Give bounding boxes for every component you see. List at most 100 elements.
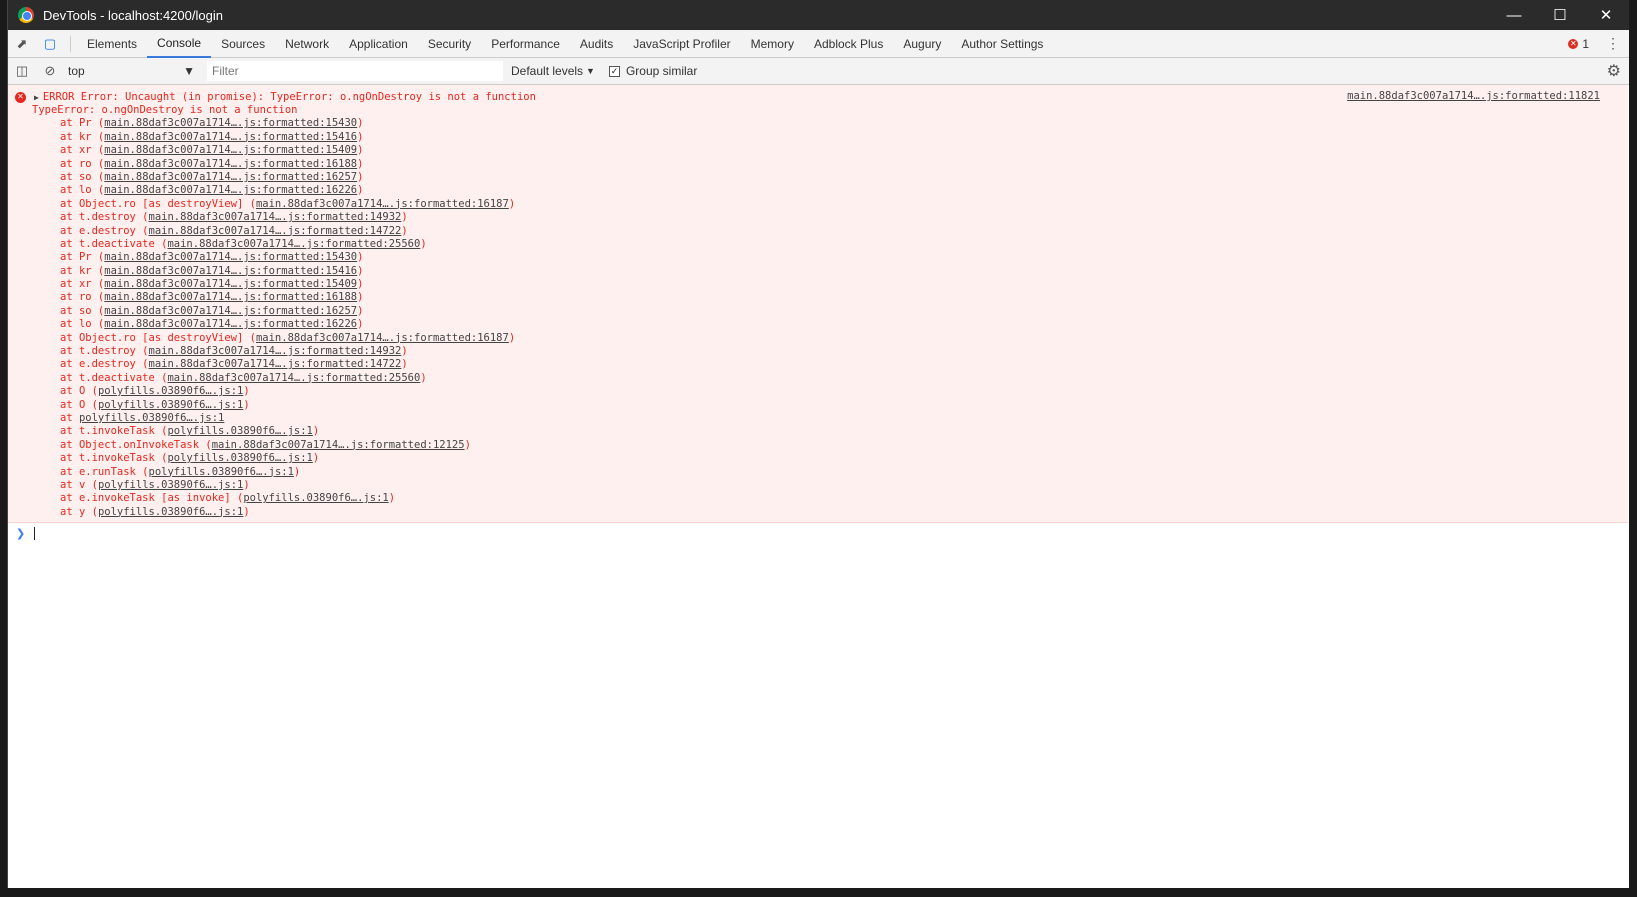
- stack-frame-link[interactable]: main.88daf3c007a1714….js:formatted:16257: [104, 305, 357, 317]
- stack-frame-link[interactable]: polyfills.03890f6….js:1: [79, 412, 224, 424]
- stack-frame-text: at Object.ro [as destroyView] (: [60, 331, 256, 344]
- stack-frame-text: at xr (: [60, 278, 105, 291]
- stack-frame-link[interactable]: polyfills.03890f6….js:1: [98, 479, 243, 491]
- tab-author-settings[interactable]: Author Settings: [951, 30, 1053, 58]
- error-first-line: TypeError: o.ngOnDestroy is not a functi…: [32, 104, 298, 116]
- stack-frame: at xr (main.88daf3c007a1714….js:formatte…: [8, 278, 1628, 291]
- stack-frame-end: ): [243, 398, 250, 411]
- stack-frame-link[interactable]: polyfills.03890f6….js:1: [167, 425, 312, 437]
- tab-memory[interactable]: Memory: [741, 30, 804, 58]
- stack-frame-text: at t.invokeTask (: [60, 452, 168, 465]
- stack-frame-link[interactable]: main.88daf3c007a1714….js:formatted:25560: [167, 238, 420, 250]
- chrome-icon: [18, 7, 34, 23]
- stack-frame-end: ): [420, 237, 427, 250]
- stack-frame-link[interactable]: main.88daf3c007a1714….js:formatted:16226: [104, 318, 357, 330]
- error-count: 1: [1582, 36, 1589, 51]
- log-levels-dropdown[interactable]: Default levels ▼: [511, 64, 595, 78]
- tab-sources[interactable]: Sources: [211, 30, 275, 58]
- close-icon[interactable]: ✕: [1583, 0, 1629, 30]
- tab-javascript-profiler[interactable]: JavaScript Profiler: [623, 30, 740, 58]
- device-toolbar-icon[interactable]: ▢: [36, 30, 64, 58]
- error-counter[interactable]: ✕ 1: [1568, 37, 1589, 51]
- stack-frame-link[interactable]: polyfills.03890f6….js:1: [243, 492, 388, 504]
- stack-frame-link[interactable]: polyfills.03890f6….js:1: [98, 506, 243, 518]
- stack-frame-text: at Object.ro [as destroyView] (: [60, 197, 256, 210]
- checkbox-checked-icon[interactable]: ✓: [608, 65, 620, 77]
- tab-elements[interactable]: Elements: [77, 30, 147, 58]
- stack-frame-link[interactable]: main.88daf3c007a1714….js:formatted:15416: [104, 131, 357, 143]
- stack-frame-end: ): [357, 117, 364, 130]
- stack-frame-link[interactable]: main.88daf3c007a1714….js:formatted:14722: [149, 358, 402, 370]
- group-similar-toggle[interactable]: ✓ Group similar: [608, 64, 698, 78]
- stack-frame: at polyfills.03890f6….js:1: [8, 412, 1628, 425]
- tab-performance[interactable]: Performance: [481, 30, 570, 58]
- stack-frame-link[interactable]: main.88daf3c007a1714….js:formatted:16187: [256, 198, 509, 210]
- sidebar-toggle-icon[interactable]: ◫: [8, 57, 36, 85]
- stack-frame-link[interactable]: main.88daf3c007a1714….js:formatted:15409: [104, 278, 357, 290]
- window-controls: — ☐ ✕: [1491, 0, 1629, 30]
- title-bar: DevTools - localhost:4200/login — ☐ ✕: [8, 0, 1629, 30]
- tab-network[interactable]: Network: [275, 30, 339, 58]
- gear-icon[interactable]: ⚙: [1607, 61, 1621, 81]
- tab-adblock-plus[interactable]: Adblock Plus: [804, 30, 893, 58]
- stack-frame: at Object.ro [as destroyView] (main.88da…: [8, 198, 1628, 211]
- stack-frame: at t.destroy (main.88daf3c007a1714….js:f…: [8, 211, 1628, 224]
- error-title: ERROR Error: Uncaught (in promise): Type…: [42, 91, 536, 103]
- stack-frame-end: ): [357, 184, 364, 197]
- stack-frame-end: ): [243, 478, 250, 491]
- stack-frame-link[interactable]: main.88daf3c007a1714….js:formatted:15409: [104, 144, 357, 156]
- filter-input[interactable]: [207, 61, 503, 81]
- stack-frame-link[interactable]: main.88daf3c007a1714….js:formatted:25560: [167, 372, 420, 384]
- stack-frame-end: ): [357, 318, 364, 331]
- more-options-icon[interactable]: ⋮: [1603, 35, 1623, 52]
- context-value: top: [68, 64, 85, 78]
- stack-frame-link[interactable]: main.88daf3c007a1714….js:formatted:14932: [149, 345, 402, 357]
- stack-frame-link[interactable]: main.88daf3c007a1714….js:formatted:15416: [104, 265, 357, 277]
- stack-frame-link[interactable]: main.88daf3c007a1714….js:formatted:15430: [104, 117, 357, 129]
- group-similar-label: Group similar: [625, 64, 698, 78]
- stack-frame-link[interactable]: polyfills.03890f6….js:1: [149, 466, 294, 478]
- stack-frame: at Pr (main.88daf3c007a1714….js:formatte…: [8, 251, 1628, 264]
- stack-frame-link[interactable]: main.88daf3c007a1714….js:formatted:16226: [104, 184, 357, 196]
- stack-frame-link[interactable]: main.88daf3c007a1714….js:formatted:16188: [104, 291, 357, 303]
- error-icon: ✕: [1568, 38, 1579, 49]
- stack-frame-link[interactable]: polyfills.03890f6….js:1: [98, 385, 243, 397]
- minimize-icon[interactable]: —: [1491, 0, 1537, 30]
- tab-augury[interactable]: Augury: [893, 30, 951, 58]
- stack-frame: at lo (main.88daf3c007a1714….js:formatte…: [8, 184, 1628, 197]
- stack-frame-end: ): [464, 438, 471, 451]
- tab-console[interactable]: Console: [147, 30, 212, 58]
- stack-frame-link[interactable]: main.88daf3c007a1714….js:formatted:15430: [104, 251, 357, 263]
- stack-frame-link[interactable]: polyfills.03890f6….js:1: [98, 399, 243, 411]
- stack-frame-text: at: [60, 411, 79, 424]
- stack-frame: at Object.onInvokeTask (main.88daf3c007a…: [8, 439, 1628, 452]
- stack-frame-link[interactable]: main.88daf3c007a1714….js:formatted:16187: [256, 332, 509, 344]
- stack-frame-text: at lo (: [60, 318, 105, 331]
- stack-frame-end: ): [243, 505, 250, 518]
- stack-frame-end: ): [312, 452, 320, 465]
- stack-frame-text: at t.deactivate (: [60, 371, 168, 384]
- clear-console-icon[interactable]: ⊘: [36, 57, 64, 85]
- stack-frame-text: at ro (: [60, 157, 105, 170]
- stack-frame-text: at O (: [60, 385, 98, 398]
- stack-frame-link[interactable]: polyfills.03890f6….js:1: [167, 452, 312, 464]
- context-select[interactable]: top ▼: [64, 61, 199, 81]
- inspect-element-icon[interactable]: ⬈: [8, 30, 36, 58]
- stack-frame-end: ): [357, 278, 364, 291]
- stack-frame: at e.runTask (polyfills.03890f6….js:1): [8, 466, 1628, 479]
- error-icon: ✕: [15, 91, 26, 103]
- stack-frame-link[interactable]: main.88daf3c007a1714….js:formatted:12125: [212, 439, 465, 451]
- stack-frame-link[interactable]: main.88daf3c007a1714….js:formatted:16188: [104, 158, 357, 170]
- tab-application[interactable]: Application: [339, 30, 418, 58]
- stack-frame-end: ): [357, 170, 364, 183]
- error-source-link[interactable]: main.88daf3c007a1714….js:formatted:11821: [1347, 90, 1600, 102]
- stack-frame-link[interactable]: main.88daf3c007a1714….js:formatted:16257: [104, 171, 357, 183]
- stack-frame-link[interactable]: main.88daf3c007a1714….js:formatted:14932: [149, 211, 402, 223]
- tab-security[interactable]: Security: [418, 30, 481, 58]
- stack-frame-text: at v (: [60, 478, 98, 491]
- tab-audits[interactable]: Audits: [570, 30, 623, 58]
- maximize-icon[interactable]: ☐: [1537, 0, 1583, 30]
- expand-triangle-icon[interactable]: ▶: [34, 93, 39, 102]
- stack-frame-link[interactable]: main.88daf3c007a1714….js:formatted:14722: [149, 225, 402, 237]
- console-prompt[interactable]: ❯: [8, 523, 1628, 543]
